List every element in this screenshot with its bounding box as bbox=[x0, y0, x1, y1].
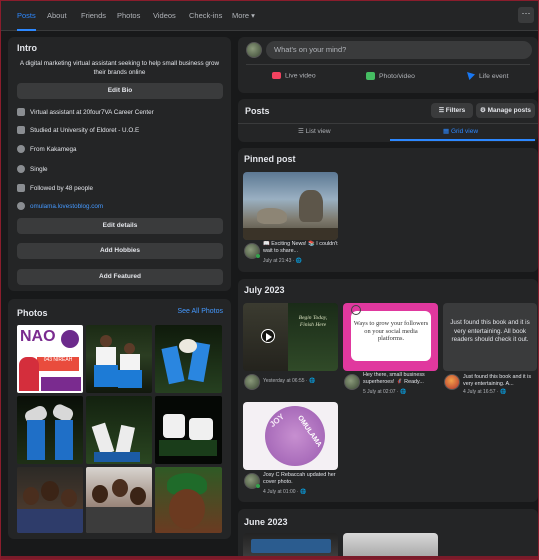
july-post-4-meta: 4 July at 01:00 · 🌐 bbox=[263, 489, 307, 495]
live-video-button[interactable]: Live video bbox=[272, 72, 316, 79]
intro-relationship: Single bbox=[17, 164, 48, 176]
intro-title: Intro bbox=[17, 43, 37, 53]
photo-icon bbox=[366, 72, 375, 80]
june-2023-title: June 2023 bbox=[244, 517, 288, 527]
profile-tabs-bar: Posts About Friends Photos Videos Check-… bbox=[1, 1, 538, 31]
july-2023-title: July 2023 bbox=[244, 285, 285, 295]
photo-5[interactable] bbox=[86, 396, 152, 464]
location-pin-icon bbox=[17, 145, 25, 154]
june-2023-section: June 2023 bbox=[238, 509, 538, 559]
tab-more[interactable]: More ▾ bbox=[232, 1, 255, 31]
july-post-3-image[interactable]: Just found this book and it is very ente… bbox=[443, 303, 537, 371]
tab-photos[interactable]: Photos bbox=[117, 1, 140, 31]
tab-posts[interactable]: Posts bbox=[17, 1, 36, 31]
more-options-icon[interactable]: ··· bbox=[518, 7, 534, 23]
photos-title: Photos bbox=[17, 308, 48, 318]
filters-icon: ☰ bbox=[438, 108, 446, 114]
posts-header-divider bbox=[238, 123, 538, 124]
tab-about[interactable]: About bbox=[47, 1, 67, 31]
july-post-1-video[interactable]: Begin Today, Finish Here bbox=[243, 303, 338, 371]
grid-icon: ▦ bbox=[443, 128, 451, 135]
july-post-3-avatar bbox=[444, 374, 460, 390]
pinned-post-caption: 📖 Exciting News! 📚 I couldn't wait to sh… bbox=[263, 241, 338, 254]
photo-6[interactable] bbox=[155, 396, 222, 464]
july-post-3-meta: 4 July at 16:57 · 🌐 bbox=[463, 389, 507, 395]
posts-header-card: Posts ☰ Filters ⚙ Manage posts ☰ List vi… bbox=[238, 99, 538, 142]
window-bottom-edge bbox=[1, 556, 538, 559]
pinned-post-meta: July at 21:43 · 🌐 bbox=[263, 258, 303, 264]
pinned-post-title: Pinned post bbox=[244, 154, 296, 164]
flag-icon bbox=[467, 72, 475, 80]
list-icon: ☰ bbox=[298, 128, 306, 135]
manage-posts-button[interactable]: ⚙ Manage posts bbox=[476, 103, 535, 118]
profile-page: Posts About Friends Photos Videos Check-… bbox=[0, 0, 539, 560]
photo-7[interactable] bbox=[17, 467, 83, 533]
intro-bio: A digital marketing virtual assistant se… bbox=[19, 60, 220, 76]
briefcase-icon bbox=[17, 108, 25, 117]
composer-divider bbox=[246, 64, 530, 65]
july-post-2-avatar bbox=[344, 374, 360, 390]
photo-3[interactable] bbox=[155, 325, 222, 393]
filters-button[interactable]: ☰ Filters bbox=[431, 103, 473, 118]
tab-videos[interactable]: Videos bbox=[153, 1, 176, 31]
heart-icon bbox=[17, 165, 25, 174]
whats-on-your-mind-input[interactable]: What's on your mind? bbox=[266, 41, 532, 59]
add-featured-button[interactable]: Add Featured bbox=[17, 269, 223, 285]
edit-details-button[interactable]: Edit details bbox=[17, 218, 223, 234]
intro-study: Studied at University of Eldoret - U.O.E bbox=[17, 125, 139, 137]
grid-view-tab[interactable]: ▦ Grid view bbox=[443, 127, 478, 135]
photo-2[interactable] bbox=[86, 325, 152, 393]
online-indicator-2 bbox=[256, 484, 260, 488]
july-post-2-meta: 5 July at 02:07 · 🌐 bbox=[363, 389, 407, 395]
posts-title: Posts bbox=[245, 106, 270, 116]
july-post-1-avatar bbox=[244, 374, 260, 390]
globe-icon bbox=[17, 202, 25, 211]
july-post-4-caption: Josy C Rebaccah updated her cover photo. bbox=[263, 472, 336, 485]
post-composer: What's on your mind? Live video Photo/vi… bbox=[238, 37, 538, 93]
pinned-post-image[interactable] bbox=[243, 172, 338, 240]
graduation-cap-icon bbox=[17, 126, 25, 135]
photos-card: Photos See All Photos NAO 043 NIREAH bbox=[8, 299, 231, 539]
july-2023-section: July 2023 Begin Today, Finish Here Yester… bbox=[238, 279, 538, 502]
july-post-4-image[interactable]: JOY OMULAMA bbox=[243, 402, 338, 470]
intro-work: Virtual assistant at 20four7VA Career Ce… bbox=[17, 107, 154, 119]
list-view-tab[interactable]: ☰ List view bbox=[298, 127, 331, 135]
tab-check-ins[interactable]: Check-ins bbox=[189, 1, 222, 31]
composer-avatar bbox=[246, 42, 262, 58]
online-indicator bbox=[256, 254, 260, 258]
july-post-2-caption: Hey there, small business superheroes! 🦸… bbox=[363, 372, 425, 385]
video-camera-icon bbox=[272, 72, 281, 79]
intro-website[interactable]: omulama.lovestoblog.com bbox=[17, 201, 103, 213]
pinned-post-section: Pinned post 📖 Exciting News! 📚 I couldn'… bbox=[238, 148, 538, 272]
see-all-photos-link[interactable]: See All Photos bbox=[177, 308, 223, 315]
edit-bio-button[interactable]: Edit Bio bbox=[17, 83, 223, 99]
life-event-button[interactable]: Life event bbox=[467, 72, 508, 80]
photo-4[interactable] bbox=[17, 396, 83, 464]
tab-friends[interactable]: Friends bbox=[81, 1, 106, 31]
grid-view-active-indicator bbox=[390, 139, 535, 141]
july-post-3-caption: Just found this book and it is very ente… bbox=[463, 374, 532, 387]
photo-9[interactable] bbox=[155, 467, 222, 533]
photo-1[interactable]: NAO 043 NIREAH bbox=[17, 325, 83, 393]
gear-icon: ⚙ bbox=[480, 107, 488, 114]
intro-card: Intro A digital marketing virtual assist… bbox=[8, 37, 231, 291]
rss-icon bbox=[17, 184, 25, 193]
photo-8[interactable] bbox=[86, 467, 152, 533]
intro-followers: Followed by 48 people bbox=[17, 183, 93, 195]
photo-video-button[interactable]: Photo/video bbox=[366, 72, 415, 80]
july-post-2-image[interactable]: Ways to grow your followers on your soci… bbox=[343, 303, 438, 371]
add-hobbies-button[interactable]: Add Hobbies bbox=[17, 243, 223, 259]
july-post-1-meta: Yesterday at 06:55 · 🌐 bbox=[263, 378, 316, 384]
intro-from: From Kakamega bbox=[17, 144, 77, 156]
